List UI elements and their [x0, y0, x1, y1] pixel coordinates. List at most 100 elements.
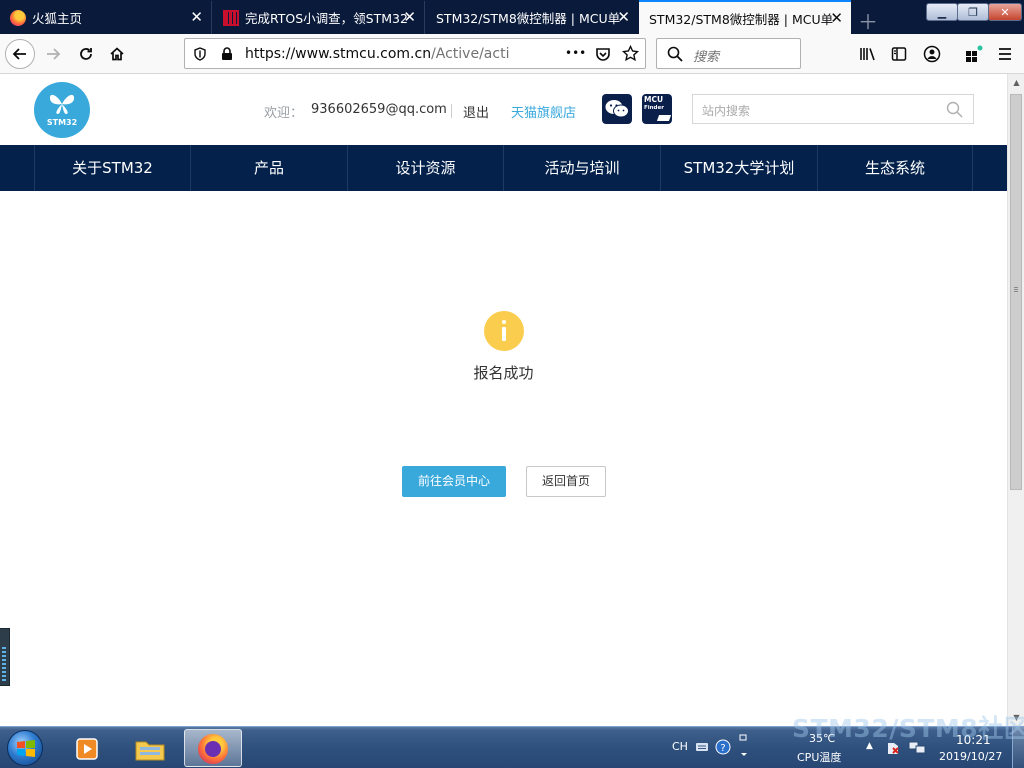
site-favicon-icon [223, 9, 239, 26]
back-button[interactable] [5, 39, 35, 69]
firefox-favicon-icon [10, 9, 26, 26]
scroll-thumb[interactable] [1010, 94, 1022, 490]
bookmark-star-icon[interactable] [622, 45, 639, 62]
close-window-button[interactable]: ✕ [988, 3, 1022, 21]
tab-firefox-home[interactable]: 火狐主页 ✕ [0, 1, 212, 34]
close-tab-icon[interactable]: ✕ [190, 10, 203, 25]
url-bar[interactable]: https://www.stmcu.com.cn/Active/activeAp… [184, 38, 646, 69]
info-icon-bar [502, 327, 506, 341]
pocket-icon[interactable] [595, 46, 611, 62]
tab-rtos-survey[interactable]: 完成RTOS小调查，领STM32 ✕ [213, 1, 425, 34]
butterfly-icon [49, 94, 75, 114]
windows-logo-icon [17, 740, 35, 757]
browser-search-input[interactable]: 搜索 [656, 38, 801, 69]
wechat-button[interactable] [602, 94, 632, 124]
mcu-finder-button[interactable]: MCU Finder [642, 94, 672, 124]
scroll-up-arrow-icon[interactable]: ▲ [1008, 74, 1024, 91]
cpu-temperature-label: CPU温度 [797, 751, 842, 764]
logo-text: STM32 [46, 118, 78, 127]
page-scrollbar[interactable]: ▲ ▼ [1007, 74, 1024, 726]
svg-text:?: ? [720, 743, 725, 754]
nav-university-program[interactable]: STM32大学计划 [660, 145, 817, 191]
library-icon[interactable] [859, 46, 877, 62]
tab-title: STM32/STM8微控制器 | MCU单 [436, 11, 621, 26]
mcu-finder-line1: MCU [644, 95, 664, 104]
stm32-logo[interactable]: STM32 [34, 82, 90, 138]
nav-events-training[interactable]: 活动与培训 [503, 145, 660, 191]
search-icon [667, 46, 683, 62]
forward-button[interactable] [38, 39, 68, 69]
folder-icon [135, 741, 165, 761]
media-player-icon [76, 738, 98, 760]
account-icon[interactable] [923, 45, 941, 63]
taskbar-file-explorer[interactable] [122, 729, 180, 767]
browser-nav-toolbar: https://www.stmcu.com.cn/Active/activeAp… [0, 34, 1024, 74]
taskbar-firefox[interactable] [184, 729, 242, 767]
logout-link[interactable]: 退出 [463, 102, 489, 121]
menu-hamburger-icon[interactable] [998, 47, 1012, 61]
tab-title: STM32/STM8微控制器 | MCU单 [649, 11, 834, 27]
url-path: /Active/activeAp [431, 46, 509, 62]
input-language-indicator[interactable]: CH [672, 740, 688, 753]
reload-button[interactable] [71, 39, 101, 69]
mcu-finder-label: MCU Finder [644, 96, 664, 112]
main-navigation: 关于STM32 产品 设计资源 活动与培训 STM32大学计划 生态系统 [0, 145, 1007, 191]
nav-products[interactable]: 产品 [190, 145, 347, 191]
home-icon [110, 47, 124, 61]
lock-icon[interactable] [221, 47, 233, 61]
restore-window-button[interactable]: ❐ [957, 3, 989, 21]
search-placeholder: 搜索 [693, 50, 720, 65]
site-header: STM32 欢迎： 936602659@qq.com 退出 天猫旗舰店 MCU … [0, 74, 1007, 145]
sidebar-icon[interactable] [891, 46, 907, 62]
back-to-home-button[interactable]: 返回首页 [526, 466, 606, 497]
close-tab-icon[interactable]: ✕ [403, 10, 416, 25]
nav-design-resources[interactable]: 设计资源 [347, 145, 503, 191]
arrow-left-icon [12, 48, 26, 60]
close-tab-icon[interactable]: ✕ [617, 10, 630, 25]
nav-about-stm32[interactable]: 关于STM32 [34, 145, 190, 191]
info-icon-dot [502, 320, 506, 324]
help-icon[interactable]: ? [715, 739, 731, 755]
reload-icon [80, 48, 92, 60]
community-watermark: STM32/STM8社区 [792, 714, 1024, 743]
grip-icon [1014, 287, 1018, 288]
taskbar-media-player[interactable] [60, 729, 118, 767]
firefox-icon [198, 734, 228, 764]
registration-success-message: 报名成功 [473, 364, 534, 382]
start-button[interactable] [7, 730, 43, 766]
arrow-right-icon [47, 48, 61, 60]
new-tab-plus-icon[interactable]: ＋ [858, 6, 878, 35]
clock-date[interactable]: 2019/10/27 [939, 750, 1002, 763]
meter-bars-icon [2, 647, 6, 681]
home-button[interactable] [102, 39, 132, 69]
site-search-placeholder: 站内搜索 [702, 104, 751, 118]
url-host: https://www.stmcu.com.cn [245, 46, 432, 62]
tab-title: 完成RTOS小调查，领STM32 [245, 11, 408, 26]
language-bar-options-icon[interactable] [738, 733, 750, 759]
side-gadget-handle[interactable] [0, 628, 10, 686]
info-icon [484, 311, 524, 351]
shield-icon[interactable] [193, 47, 207, 61]
header-divider [451, 104, 452, 118]
site-search-input[interactable]: 站内搜索 [692, 94, 974, 124]
st-logo-icon [656, 115, 672, 121]
tab-title: 火狐主页 [32, 11, 83, 26]
tab-stm32-mcu[interactable]: STM32/STM8微控制器 | MCU单 ✕ [426, 1, 638, 34]
tmall-store-link[interactable]: 天猫旗舰店 [511, 102, 576, 121]
keyboard-icon[interactable] [695, 741, 709, 753]
mcu-finder-line2: Finder [644, 105, 664, 111]
wechat-icon [605, 100, 629, 118]
user-email[interactable]: 936602659@qq.com [311, 102, 447, 117]
tab-stm32-mcu-active[interactable]: STM32/STM8微控制器 | MCU单 ✕ [639, 0, 851, 34]
page-viewport: STM32 欢迎： 936602659@qq.com 退出 天猫旗舰店 MCU … [0, 74, 1007, 726]
url-text[interactable]: https://www.stmcu.com.cn/Active/activeAp [245, 46, 509, 62]
close-tab-icon[interactable]: ✕ [830, 11, 843, 26]
extensions-icon[interactable] [964, 45, 984, 63]
go-member-center-button[interactable]: 前往会员中心 [402, 466, 506, 497]
welcome-label: 欢迎： [264, 106, 304, 121]
page-actions-more-icon[interactable]: ••• [565, 46, 586, 60]
search-icon[interactable] [946, 101, 963, 118]
nav-ecosystem[interactable]: 生态系统 [817, 145, 973, 191]
minimize-window-button[interactable]: ▁ [926, 3, 958, 21]
browser-tab-strip: 火狐主页 ✕ 完成RTOS小调查，领STM32 ✕ STM32/STM8微控制器… [0, 0, 1024, 34]
